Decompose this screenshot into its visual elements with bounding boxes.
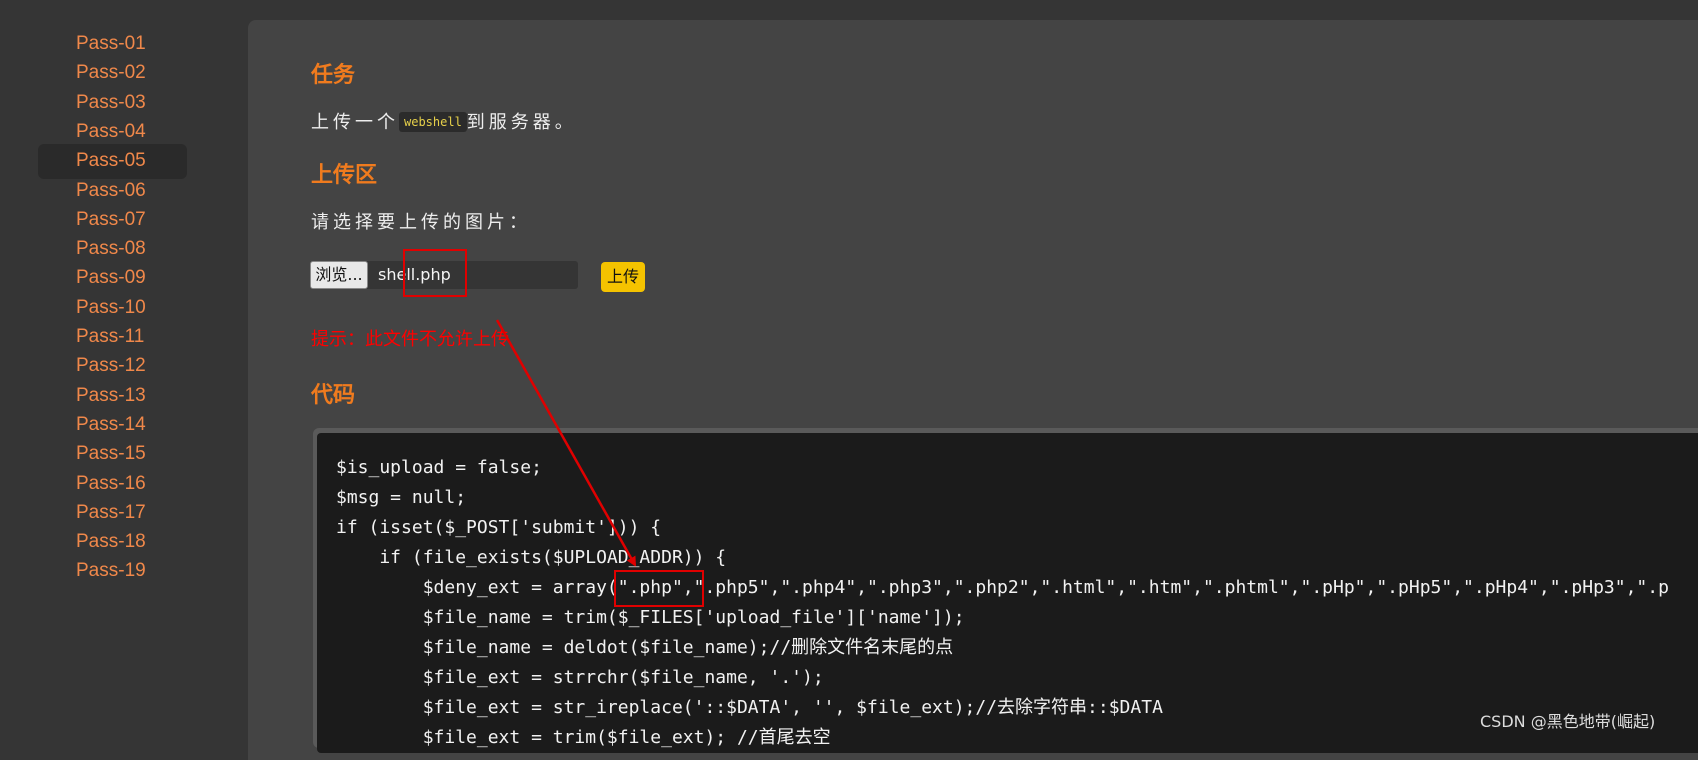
annotation-arrow-line — [495, 319, 637, 567]
annotation-arrow — [495, 319, 637, 567]
csdn-watermark: CSDN @黑色地带(崛起) — [1480, 712, 1656, 731]
